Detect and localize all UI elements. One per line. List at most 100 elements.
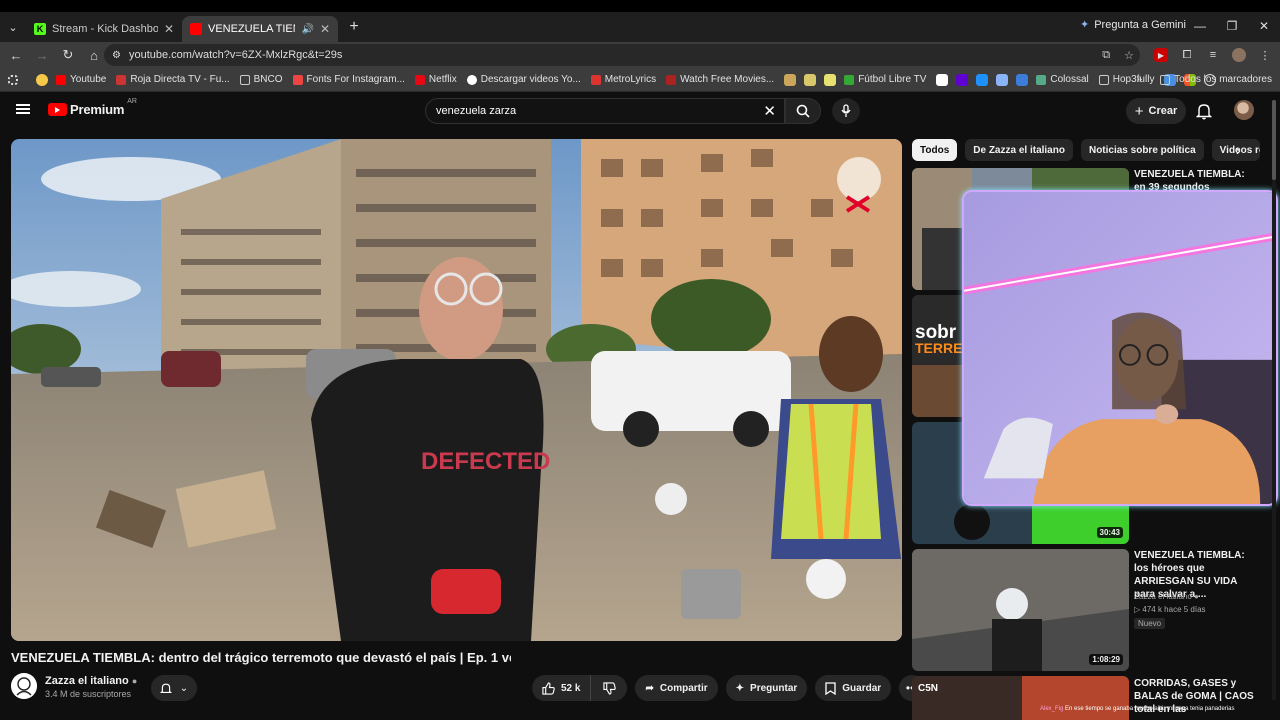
thumbnail-image: C5N — [912, 676, 1129, 720]
gemini-button[interactable]: ✦ Pregunta a Gemini — [1080, 18, 1186, 32]
channel-avatar[interactable] — [11, 673, 37, 699]
youtube-premium-logo[interactable]: Premium AR — [48, 98, 137, 117]
sidebar-thumbnail-4[interactable]: 1:08:29 — [912, 549, 1129, 671]
like-button[interactable]: 52 k — [532, 675, 592, 701]
channel-name-text: Zazza el italiano — [45, 675, 129, 687]
video-frame: DEFECTED — [11, 139, 902, 641]
bookmark-icon-e[interactable] — [976, 73, 989, 86]
bookmark-fonts[interactable]: Fonts For Instagram... — [292, 74, 405, 85]
thumbs-down-icon — [603, 681, 616, 695]
video-duration: 30:43 — [1096, 527, 1123, 538]
channel-name[interactable]: Zazza el italiano ● — [45, 675, 137, 687]
share-button[interactable]: ➦ Compartir — [635, 675, 718, 701]
new-tab-button[interactable]: + — [342, 15, 366, 39]
bookmark-label: Fútbol Libre TV — [858, 74, 927, 85]
media-control-icon[interactable]: ≡ — [1206, 48, 1220, 62]
bookmark-icon-c[interactable] — [824, 73, 837, 86]
create-button[interactable]: + Crear — [1126, 98, 1186, 124]
tab-youtube-video[interactable]: VENEZUELA TIEMBLA: dent 🔊 ✕ — [182, 16, 338, 42]
netflix-icon — [414, 74, 425, 85]
bookmark-bnco[interactable]: BNCO — [239, 74, 283, 85]
apps-grid-icon[interactable] — [8, 74, 18, 85]
like-dislike-group: 52 k — [532, 675, 628, 701]
browser-tab-bar: ⌄ K Stream - Kick Dashboard ✕ VENEZUELA … — [0, 12, 1280, 42]
save-button[interactable]: Guardar — [815, 675, 892, 701]
bookmark-colossal[interactable]: Colossal — [1036, 74, 1089, 85]
address-bar[interactable]: ⚙ youtube.com/watch?v=6ZX-MxlzRgc&t=29s … — [104, 44, 1140, 66]
video-actions: 52 k ➦ Compartir ✦ Preguntar Guardar ••• — [532, 675, 926, 701]
emoji-bookmark-icon[interactable] — [36, 73, 48, 86]
bookmark-icon-a[interactable] — [784, 73, 797, 86]
bookmark-label: Todos los marcadores — [1174, 74, 1272, 85]
extension-icon[interactable]: ▶ — [1154, 48, 1168, 62]
colossal-icon — [1036, 74, 1047, 85]
fonts-icon — [292, 74, 303, 85]
youtube-play-icon — [48, 103, 67, 116]
voice-search-button[interactable] — [832, 98, 860, 124]
close-tab-icon[interactable]: ✕ — [164, 22, 174, 36]
like-count: 52 k — [561, 682, 581, 694]
bookmark-roja-directa[interactable]: Roja Directa TV - Fu... — [116, 74, 230, 85]
bookmark-futbol-libre[interactable]: Fútbol Libre TV — [844, 74, 926, 85]
chat-username: Alex_Fig — [1040, 706, 1064, 712]
bookmark-icon-f[interactable] — [996, 73, 1009, 86]
tab-search-button[interactable]: ⌄ — [0, 12, 26, 42]
chip-de-zazza[interactable]: De Zazza el italiano — [965, 139, 1073, 161]
tab-kick-dashboard[interactable]: K Stream - Kick Dashboard ✕ — [26, 16, 182, 42]
subscription-bell-button[interactable]: ⌄ — [151, 675, 197, 701]
bookmark-icon-yahoo[interactable] — [956, 73, 969, 86]
bookmark-label: BNCO — [253, 74, 283, 85]
ask-button[interactable]: ✦ Preguntar — [725, 675, 808, 701]
account-avatar[interactable] — [1234, 100, 1254, 120]
bookmark-star-icon[interactable]: ☆ — [1124, 49, 1134, 62]
bookmark-youtube[interactable]: Youtube — [56, 74, 106, 85]
all-bookmarks-folder[interactable]: Todos los marcadores — [1160, 74, 1272, 85]
audio-playing-icon[interactable]: 🔊 — [301, 24, 313, 35]
home-button[interactable]: ⌂ — [82, 43, 106, 67]
bookmark-netflix[interactable]: Netflix — [414, 74, 457, 85]
clear-search-icon[interactable]: ✕ — [763, 102, 776, 120]
forward-button[interactable]: → — [30, 43, 54, 67]
chip-todos[interactable]: Todos — [912, 139, 958, 161]
bookmark-descargar[interactable]: Descargar videos Yo... — [466, 74, 581, 85]
bookmark-label: Netflix — [428, 74, 457, 85]
menu-icon[interactable] — [16, 104, 30, 114]
video-duration: 1:08:29 — [1089, 654, 1123, 665]
search-button[interactable] — [785, 98, 821, 124]
close-window-button[interactable]: ✕ — [1248, 12, 1280, 40]
bookmark-metrolyrics[interactable]: MetroLyrics — [590, 74, 656, 85]
bookmark-icon-b[interactable] — [804, 73, 817, 86]
site-info-icon[interactable]: ⚙ — [112, 50, 121, 61]
webcam-feed — [964, 192, 1276, 504]
folder-icon — [1098, 74, 1109, 85]
movies-icon — [666, 74, 677, 85]
share-icon: ➦ — [645, 682, 654, 694]
restore-button[interactable]: ❐ — [1216, 12, 1248, 40]
dislike-button[interactable] — [591, 675, 627, 701]
chip-noticias-politica[interactable]: Noticias sobre política — [1080, 139, 1204, 161]
minimize-button[interactable]: — — [1184, 12, 1216, 40]
reload-button[interactable]: ↻ — [56, 43, 80, 67]
close-tab-icon[interactable]: ✕ — [320, 22, 330, 36]
chat-text: En ese tiempo se ganaba mucho allá, mi p… — [1065, 706, 1235, 712]
back-button[interactable]: ← — [4, 43, 28, 67]
chevron-right-icon[interactable]: › — [1236, 142, 1241, 158]
notifications-bell-icon[interactable] — [1196, 102, 1212, 120]
sidebar-thumbnail-5[interactable]: C5N — [912, 676, 1129, 720]
bookmark-watch-movies[interactable]: Watch Free Movies... — [666, 74, 774, 85]
extensions-puzzle-icon[interactable]: ⧠ — [1180, 48, 1194, 62]
tab-title: VENEZUELA TIEMBLA: dent — [208, 23, 295, 35]
bookmark-icon-d[interactable] — [936, 73, 949, 86]
folder-icon — [239, 74, 250, 85]
bookmark-label: Watch Free Movies... — [680, 74, 775, 85]
share-label: Compartir — [659, 682, 708, 694]
page-scrollbar[interactable] — [1272, 100, 1276, 700]
video-player[interactable]: DEFECTED — [11, 139, 902, 641]
install-app-icon[interactable]: ⧉ — [1102, 49, 1110, 62]
more-bookmarks-icon[interactable]: » — [1137, 74, 1143, 85]
browser-menu-icon[interactable]: ⋮ — [1258, 48, 1272, 62]
profile-avatar[interactable] — [1232, 48, 1246, 62]
sidebar-channel[interactable]: Zazza el italiano ● — [1134, 592, 1199, 601]
search-input[interactable]: venezuela zarza ✕ — [425, 98, 785, 124]
bookmark-icon-g[interactable] — [1016, 73, 1029, 86]
